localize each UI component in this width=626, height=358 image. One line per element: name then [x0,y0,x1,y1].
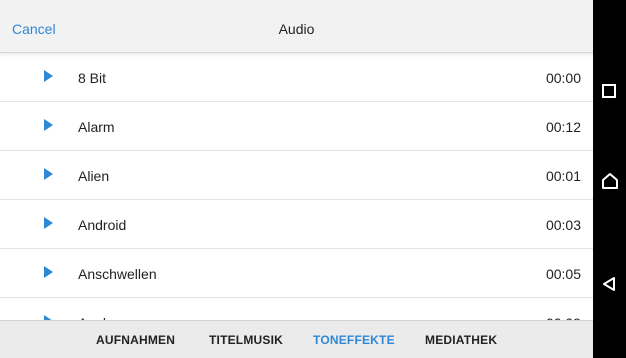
item-duration: 00:05 [545,266,581,282]
recent-apps-icon [602,84,616,98]
item-duration: 00:12 [545,119,581,135]
recent-apps-button[interactable] [593,73,626,113]
item-name: 8 Bit [78,70,107,86]
item-name: Alien [78,168,110,184]
play-icon[interactable] [44,217,53,229]
play-icon[interactable] [44,168,53,180]
item-duration: 00:09 [546,298,581,320]
list-item[interactable]: 8 Bit 00:00 [0,53,593,102]
tab-titelmusik[interactable]: TITELMUSIK [209,321,283,358]
item-name: Applaus [78,298,129,320]
item-duration: 00:01 [545,168,581,184]
audio-list: 8 Bit 00:00 Alarm 00:12 Alien 00:01 Andr… [0,53,593,320]
list-item[interactable]: Applaus 00:09 [0,298,593,320]
list-item[interactable]: Alien 00:01 [0,151,593,200]
item-duration: 00:00 [545,70,581,86]
play-icon[interactable] [44,266,53,278]
item-duration: 00:03 [545,217,581,233]
play-icon[interactable] [44,70,53,82]
system-nav-bar [593,0,626,358]
back-icon [603,277,615,291]
back-button[interactable] [593,266,626,306]
audio-picker: Cancel Audio 8 Bit 00:00 Alarm 00:12 Ali… [0,0,593,358]
list-item[interactable]: Anschwellen 00:05 [0,249,593,298]
home-button[interactable] [593,162,626,202]
item-name: Android [78,217,127,233]
tab-mediathek[interactable]: MEDIATHEK [425,321,497,358]
list-item[interactable]: Android 00:03 [0,200,593,249]
page-title: Audio [278,21,315,37]
header-bar: Cancel Audio [0,0,593,53]
play-icon[interactable] [44,119,53,131]
tab-toneffekte[interactable]: TONEFFEKTE [313,321,395,358]
tab-bar: AUFNAHMEN TITELMUSIK TONEFFEKTE MEDIATHE… [0,320,593,358]
list-item[interactable]: Alarm 00:12 [0,102,593,151]
home-icon [602,173,618,189]
item-name: Alarm [78,119,115,135]
tab-aufnahmen[interactable]: AUFNAHMEN [96,321,175,358]
item-name: Anschwellen [78,266,157,282]
